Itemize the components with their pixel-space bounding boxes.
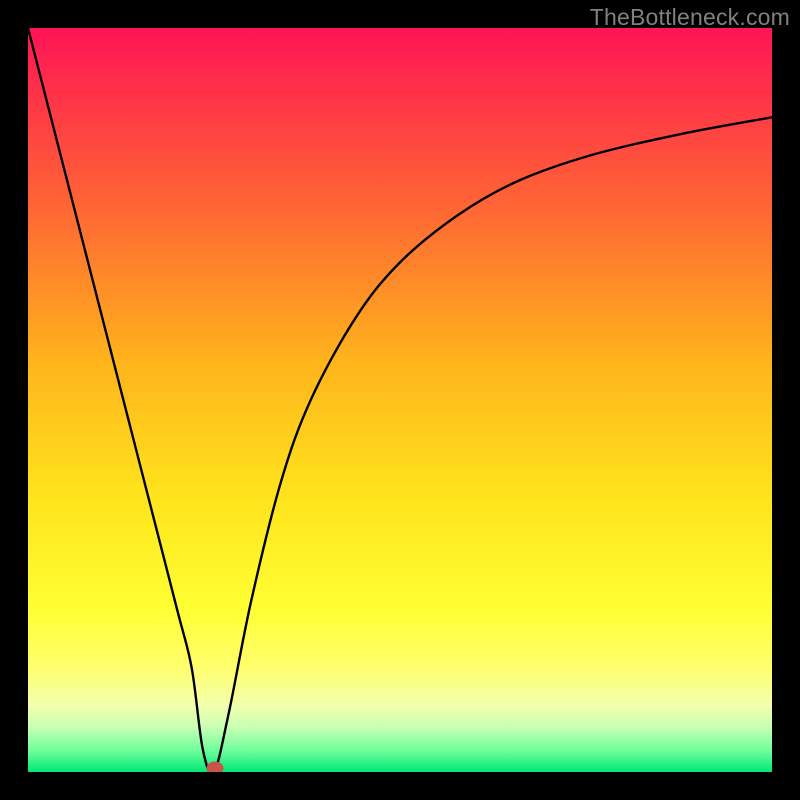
- optimal-point-marker: [207, 761, 224, 772]
- chart-frame: TheBottleneck.com: [0, 0, 800, 800]
- watermark-text: TheBottleneck.com: [590, 4, 790, 31]
- plot-area: [28, 28, 772, 772]
- bottleneck-curve-path: [28, 28, 772, 772]
- curve-svg: [28, 28, 772, 772]
